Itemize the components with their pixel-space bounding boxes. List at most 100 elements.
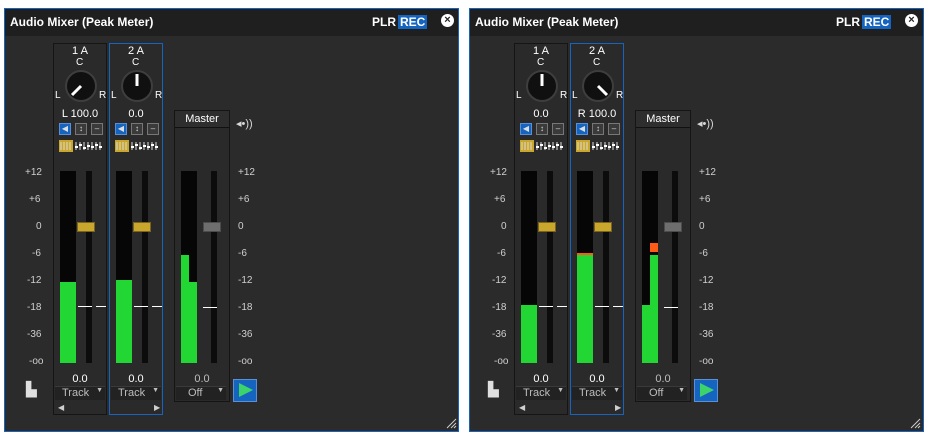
scale-label: -18 <box>238 302 253 313</box>
speaker-icon[interactable]: ◂•)) <box>697 117 714 130</box>
scale-label: 0 <box>699 221 705 232</box>
master-meter-right <box>189 171 197 363</box>
resize-grip-icon[interactable] <box>445 417 457 429</box>
scale-label: -18 <box>492 302 507 313</box>
volume-fader[interactable] <box>133 222 151 232</box>
pan-knob[interactable] <box>526 70 558 102</box>
scroll-left-icon[interactable]: ◀ <box>58 403 64 412</box>
eq-icon[interactable] <box>115 140 159 152</box>
chevron-down-icon: ▼ <box>152 387 159 394</box>
scroll-left-icon[interactable]: ◀ <box>519 403 525 412</box>
route-dropdown[interactable]: Track ▼ <box>111 386 161 400</box>
scale-label: +6 <box>494 194 506 205</box>
audio-mixer-panel-1: Audio Mixer (Peak Meter) PLR REC × +12 +… <box>4 8 459 432</box>
knob-left-label: L <box>55 90 61 101</box>
mute-speaker-icon[interactable]: ◀ <box>576 123 588 135</box>
reference-line <box>134 306 148 307</box>
play-icon[interactable] <box>694 379 718 402</box>
fader-track <box>86 171 92 363</box>
master-fader[interactable] <box>664 222 682 232</box>
mute-speaker-icon[interactable]: ◀ <box>59 123 71 135</box>
chevron-down-icon: ▼ <box>217 387 224 394</box>
play-icon[interactable] <box>233 379 257 402</box>
channel-strip-1a[interactable]: 1 A C L R 0.0 ◀ ↕ – 0.0 Track ▼ ◀ <box>514 43 568 415</box>
reference-line <box>613 306 623 307</box>
chevron-down-icon: ▼ <box>557 387 564 394</box>
pan-knob[interactable] <box>121 70 153 102</box>
scale-label: +6 <box>238 194 250 205</box>
scale-label: -6 <box>497 248 506 259</box>
meter-fill <box>181 255 189 363</box>
plr-button[interactable]: PLR <box>836 15 860 29</box>
channel-strip-1a[interactable]: 1 A C L R L 100.0 ◀ ↕ – 0.0 Track ▼ ◀ <box>53 43 107 415</box>
scroll-right-icon[interactable]: ▶ <box>615 403 621 412</box>
scale-label: -12 <box>27 275 42 286</box>
volume-fader[interactable] <box>538 222 556 232</box>
scale-label: -18 <box>27 302 42 313</box>
eq-icon[interactable] <box>520 140 564 152</box>
gain-value: 0.0 <box>589 373 605 385</box>
meter-peak <box>650 243 658 252</box>
master-fader[interactable] <box>203 222 221 232</box>
master-strip[interactable]: Master 0.0 Off ▼ <box>174 110 230 402</box>
minus-icon[interactable]: – <box>147 123 159 135</box>
mute-speaker-icon[interactable]: ◀ <box>115 123 127 135</box>
meter-fill <box>189 282 197 363</box>
minus-icon[interactable]: – <box>608 123 620 135</box>
scale-label: -18 <box>699 302 714 313</box>
scale-label: -36 <box>699 329 714 340</box>
rec-button[interactable]: REC <box>862 15 892 29</box>
scale-label: -36 <box>238 329 253 340</box>
master-strip[interactable]: Master 0.0 Off ▼ <box>635 110 691 402</box>
fader-track <box>547 171 553 363</box>
knob-center-label: C <box>537 57 545 68</box>
sync-icon[interactable]: ↕ <box>131 123 143 135</box>
route-dropdown[interactable]: Off ▼ <box>176 386 226 400</box>
sync-icon[interactable]: ↕ <box>536 123 548 135</box>
scroll-right-icon[interactable]: ▶ <box>154 403 160 412</box>
gain-value: 0.0 <box>194 373 210 385</box>
mute-speaker-icon[interactable]: ◀ <box>520 123 532 135</box>
plr-button[interactable]: PLR <box>372 15 396 29</box>
chevron-down-icon: ▼ <box>678 387 685 394</box>
pan-knob[interactable] <box>582 70 614 102</box>
knob-center-label: C <box>593 57 601 68</box>
gain-value: 0.0 <box>655 373 671 385</box>
channel-buttons: ◀ ↕ – <box>59 123 103 136</box>
minus-icon[interactable]: – <box>91 123 103 135</box>
sync-icon[interactable]: ↕ <box>75 123 87 135</box>
sync-icon[interactable]: ↕ <box>592 123 604 135</box>
close-icon[interactable]: × <box>905 14 918 27</box>
speaker-icon[interactable]: ◂•)) <box>236 117 253 130</box>
volume-fader[interactable] <box>77 222 95 232</box>
resize-grip-icon[interactable] <box>909 417 921 429</box>
meter-view-icon[interactable]: ▙ <box>26 381 37 398</box>
rec-button[interactable]: REC <box>398 15 428 29</box>
volume-fader[interactable] <box>594 222 612 232</box>
channel-strip-2a[interactable]: 2 A C L R R 100.0 ◀ ↕ – 0.0 Track ▼ ▶ <box>570 43 624 415</box>
knob-right-label: R <box>560 90 568 101</box>
pan-knob[interactable] <box>65 70 97 102</box>
scale-label: 0 <box>36 221 42 232</box>
route-dropdown[interactable]: Track ▼ <box>516 386 566 400</box>
knob-left-label: L <box>516 90 522 101</box>
route-dropdown[interactable]: Track ▼ <box>55 386 105 400</box>
close-icon[interactable]: × <box>441 14 454 27</box>
meter-view-icon[interactable]: ▙ <box>488 381 499 398</box>
minus-icon[interactable]: – <box>552 123 564 135</box>
route-dropdown[interactable]: Track ▼ <box>572 386 622 400</box>
knob-right-label: R <box>99 90 107 101</box>
channel-strip-2a[interactable]: 2 A C L R 0.0 ◀ ↕ – 0.0 Track ▼ ▶ <box>109 43 163 415</box>
eq-icon[interactable] <box>59 140 103 152</box>
route-dropdown[interactable]: Off ▼ <box>637 386 687 400</box>
channel-name: 1 A <box>533 45 549 57</box>
gain-value: 0.0 <box>128 373 144 385</box>
knob-right-label: R <box>616 90 624 101</box>
scale-label: -36 <box>492 329 507 340</box>
knob-left-label: L <box>572 90 578 101</box>
scale-label: +6 <box>699 194 711 205</box>
route-value: Track <box>579 387 607 399</box>
route-value: Off <box>188 387 203 399</box>
eq-icon[interactable] <box>576 140 620 152</box>
master-meter-left <box>181 171 189 363</box>
